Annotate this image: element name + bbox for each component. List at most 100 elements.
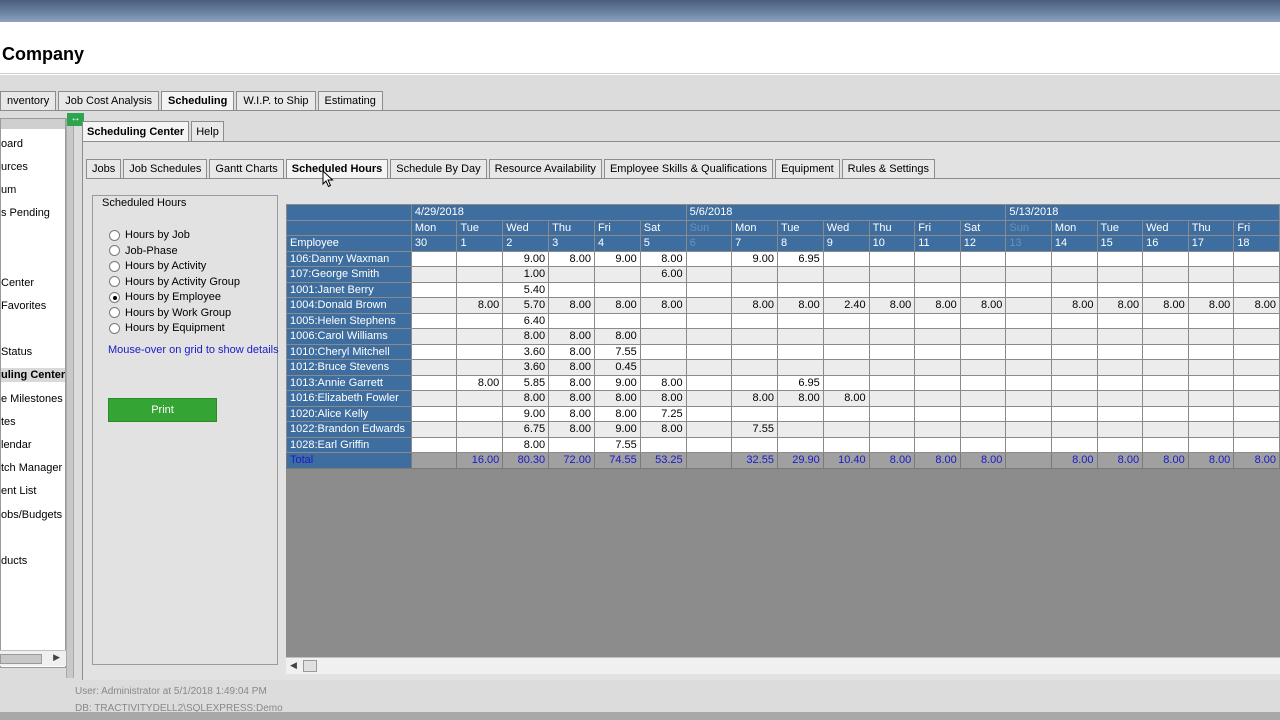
hours-cell[interactable] <box>456 343 504 360</box>
hours-cell[interactable] <box>731 405 778 422</box>
hours-cell[interactable] <box>914 312 961 329</box>
hours-cell[interactable]: 8.00 <box>639 297 687 314</box>
hours-cell[interactable] <box>1005 436 1052 453</box>
hours-cell[interactable] <box>959 266 1007 283</box>
radio-button[interactable] <box>109 260 120 272</box>
hours-cell[interactable] <box>410 436 458 453</box>
hours-cell[interactable] <box>868 436 916 453</box>
hours-cell[interactable]: 6.95 <box>776 250 824 267</box>
hours-cell[interactable] <box>868 359 916 376</box>
hours-cell[interactable] <box>822 421 870 438</box>
hours-cell[interactable] <box>1187 312 1235 329</box>
employee-name[interactable]: 1022:Brandon Edwards <box>286 421 412 438</box>
hours-cell[interactable] <box>593 312 641 329</box>
hours-cell[interactable] <box>822 436 870 453</box>
hours-cell[interactable]: 8.00 <box>502 436 550 453</box>
hours-cell[interactable] <box>731 359 778 376</box>
radio-hours-by-job[interactable]: Hours by Job <box>109 228 190 242</box>
hours-cell[interactable] <box>1142 359 1189 376</box>
hours-cell[interactable] <box>639 328 687 345</box>
radio-button[interactable] <box>109 291 120 303</box>
sidebar-item-center[interactable]: Center <box>1 276 34 290</box>
hours-cell[interactable]: 8.00 <box>548 405 595 422</box>
table-row[interactable]: 1004:Donald Brown 8.00 5.70 8.00 8.00 8.00 8.0… <box>286 297 1280 314</box>
hours-cell[interactable] <box>410 374 458 391</box>
hours-cell[interactable] <box>776 436 824 453</box>
hours-cell[interactable] <box>1050 390 1098 407</box>
radio-hours-by-activity[interactable]: Hours by Activity <box>109 259 206 273</box>
hours-cell[interactable] <box>1233 266 1280 283</box>
hours-cell[interactable] <box>1233 405 1280 422</box>
hours-cell[interactable] <box>914 390 961 407</box>
hours-cell[interactable] <box>914 266 961 283</box>
table-row[interactable]: 1005:Helen Stephens 6.40 <box>286 312 1280 329</box>
table-row[interactable]: 1022:Brandon Edwards 6.75 8.00 9.00 8.00 7.55 <box>286 421 1280 438</box>
scroll-right-arrow-icon[interactable]: ▶ <box>53 652 60 663</box>
employee-name[interactable]: 107:George Smith <box>286 266 412 283</box>
hours-cell[interactable]: 0.45 <box>593 359 641 376</box>
sidebar-item-uling-center[interactable]: uling Center <box>1 368 65 382</box>
hours-cell[interactable] <box>1050 374 1098 391</box>
hours-cell[interactable]: 7.55 <box>593 343 641 360</box>
hours-cell[interactable] <box>685 374 733 391</box>
hours-cell[interactable] <box>685 390 733 407</box>
hours-cell[interactable] <box>410 328 458 345</box>
table-row[interactable]: 1001:Janet Berry 5.40 <box>286 281 1280 298</box>
hours-cell[interactable] <box>410 297 458 314</box>
hours-cell[interactable] <box>1005 390 1052 407</box>
hours-cell[interactable] <box>1050 328 1098 345</box>
hours-cell[interactable] <box>776 421 824 438</box>
hours-cell[interactable] <box>914 343 961 360</box>
tab-help[interactable]: Help <box>191 121 224 142</box>
hours-cell[interactable] <box>1005 343 1052 360</box>
hours-cell[interactable]: 8.00 <box>1096 297 1144 314</box>
hours-cell[interactable] <box>1096 421 1144 438</box>
tab-jobs[interactable]: Jobs <box>86 159 122 179</box>
hours-cell[interactable] <box>410 405 458 422</box>
hours-cell[interactable] <box>639 312 687 329</box>
table-row[interactable]: 1013:Annie Garrett 8.00 5.85 8.00 9.00 8.00 6.… <box>286 374 1280 391</box>
hours-cell[interactable] <box>1050 405 1098 422</box>
hours-cell[interactable] <box>914 281 961 298</box>
hours-cell[interactable]: 8.00 <box>456 297 504 314</box>
hours-cell[interactable] <box>1233 281 1280 298</box>
employee-name[interactable]: 1001:Janet Berry <box>286 281 412 298</box>
hours-cell[interactable]: 6.40 <box>502 312 550 329</box>
hours-cell[interactable] <box>639 281 687 298</box>
hours-cell[interactable] <box>456 266 504 283</box>
hours-cell[interactable]: 8.00 <box>731 390 778 407</box>
hours-cell[interactable] <box>685 281 733 298</box>
hours-cell[interactable] <box>1233 359 1280 376</box>
hours-cell[interactable] <box>1005 328 1052 345</box>
hours-cell[interactable] <box>1096 312 1144 329</box>
hours-cell[interactable] <box>456 359 504 376</box>
hours-cell[interactable] <box>731 312 778 329</box>
hours-cell[interactable] <box>868 328 916 345</box>
radio-hours-by-equipment[interactable]: Hours by Equipment <box>109 321 225 335</box>
hours-cell[interactable] <box>1096 374 1144 391</box>
hours-cell[interactable] <box>1142 405 1189 422</box>
hours-cell[interactable] <box>1233 312 1280 329</box>
hours-cell[interactable] <box>1142 328 1189 345</box>
hours-cell[interactable]: 8.00 <box>593 405 641 422</box>
hours-cell[interactable] <box>1187 250 1235 267</box>
hours-cell[interactable] <box>868 374 916 391</box>
hours-cell[interactable] <box>410 281 458 298</box>
hours-cell[interactable] <box>914 421 961 438</box>
hours-cell[interactable] <box>731 266 778 283</box>
tab-gantt-charts[interactable]: Gantt Charts <box>209 159 284 179</box>
hours-cell[interactable]: 7.25 <box>639 405 687 422</box>
tab-schedule-by-day[interactable]: Schedule By Day <box>390 159 487 179</box>
hours-cell[interactable] <box>1096 436 1144 453</box>
tab-nventory[interactable]: nventory <box>0 91 57 111</box>
employee-name[interactable]: 1013:Annie Garrett <box>286 374 412 391</box>
hours-cell[interactable]: 8.00 <box>548 297 595 314</box>
hours-cell[interactable] <box>1187 343 1235 360</box>
hours-cell[interactable] <box>410 266 458 283</box>
hours-cell[interactable] <box>639 436 687 453</box>
hours-cell[interactable]: 6.00 <box>639 266 687 283</box>
hours-cell[interactable] <box>593 281 641 298</box>
hours-cell[interactable] <box>959 312 1007 329</box>
hours-cell[interactable] <box>959 374 1007 391</box>
hours-cell[interactable] <box>685 312 733 329</box>
